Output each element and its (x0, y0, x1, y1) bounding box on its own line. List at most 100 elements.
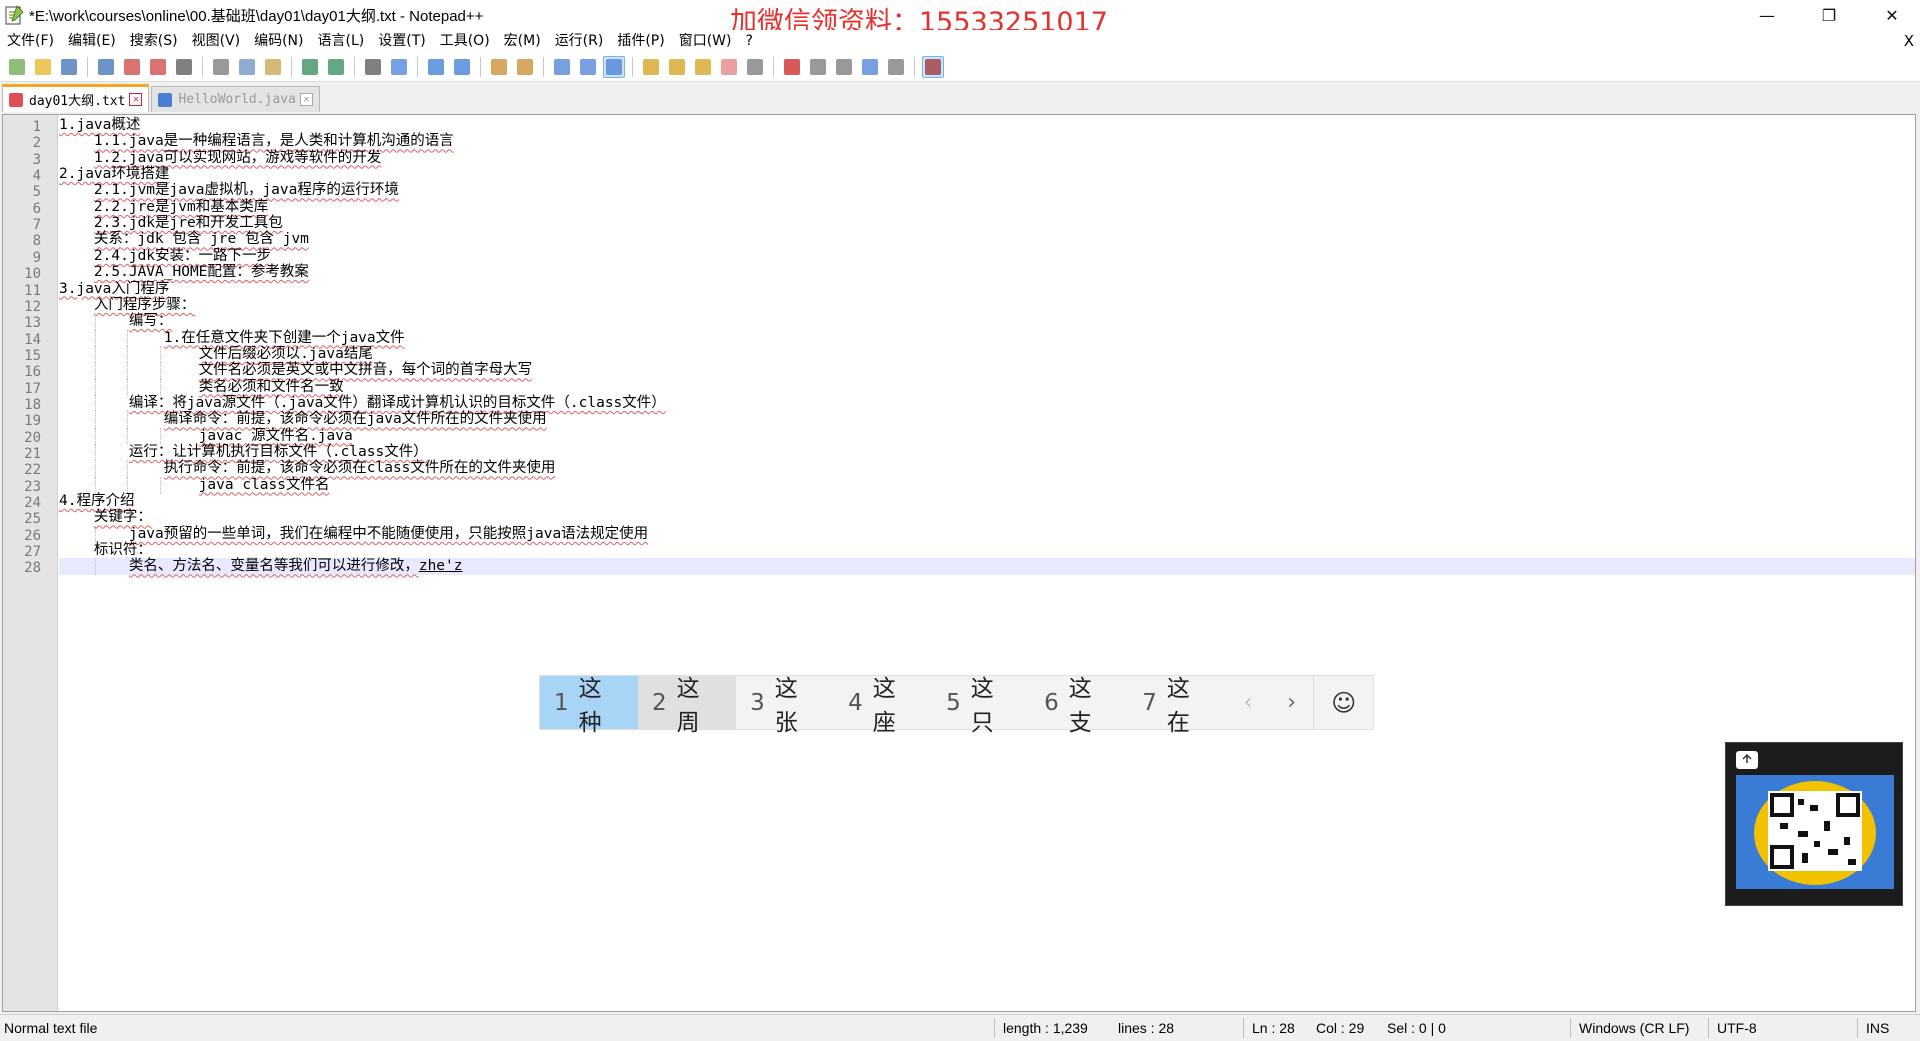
ime-candidate[interactable]: 7 这在 (1128, 676, 1226, 736)
undo-icon[interactable] (299, 56, 321, 78)
code-line[interactable]: 4.程序介绍 (59, 493, 1915, 509)
close-icon[interactable] (121, 56, 143, 78)
code-line[interactable]: 文件名必须是英文或中文拼音，每个词的首字母大写 (59, 362, 1915, 378)
code-line[interactable]: 2.1.jvm是java虚拟机，java程序的运行环境 (59, 182, 1915, 198)
code-line[interactable]: 2.2.jre是jvm和基本类库 (59, 199, 1915, 215)
maximize-button[interactable]: ❐ (1801, 0, 1857, 30)
menu-file[interactable]: 文件(F) (0, 30, 61, 52)
code-line[interactable]: java预留的一些单词，我们在编程中不能随便使用，只能按照java语法规定使用 (59, 526, 1915, 542)
code-line[interactable]: 1.2.java可以实现网站，游戏等软件的开发 (59, 150, 1915, 166)
close-all-icon[interactable] (147, 56, 169, 78)
code-line[interactable]: 1.java概述 (59, 117, 1915, 133)
sync-vertical-icon[interactable] (488, 56, 510, 78)
redo-icon[interactable] (325, 56, 347, 78)
play-macro-icon[interactable] (833, 56, 855, 78)
monitoring-icon[interactable] (744, 56, 766, 78)
doc-map-icon[interactable] (640, 56, 662, 78)
menu-language[interactable]: 语言(L) (311, 30, 372, 52)
code-area[interactable]: 1.java概述 1.1.java是一种编程语言，是人类和计算机沟通的语言 1.… (59, 115, 1915, 1011)
code-line[interactable]: 入门程序步骤： (59, 297, 1915, 313)
code-line[interactable]: 2.java环境搭建 (59, 166, 1915, 182)
emoji-icon[interactable]: ☺ (1313, 676, 1373, 729)
code-line[interactable]: 关系：jdk 包含 jre 包含 jvm (59, 231, 1915, 247)
tab-helloworld[interactable]: HelloWorld.java ✕ (151, 86, 320, 112)
replace-icon[interactable] (388, 56, 410, 78)
ime-candidate[interactable]: 5 这只 (932, 676, 1030, 736)
text-editor[interactable]: 1 2 3 4 5 6 7 8 9 10 11 12 13 14 15 16 17 18 19 20 21 22 23 24 2… (2, 114, 1916, 1012)
save-macro-icon[interactable] (885, 56, 907, 78)
code-line[interactable]: 关键字： (59, 509, 1915, 525)
menu-tools[interactable]: 工具(O) (433, 30, 497, 52)
code-line[interactable]: 类名、方法名、变量名等我们可以进行修改，zhe'z (59, 558, 1915, 575)
code-line[interactable]: 1.在任意文件夹下创建一个java文件 (59, 330, 1915, 346)
doc-list-icon[interactable] (718, 56, 740, 78)
code-line[interactable]: 文件后缀必须以.java结尾 (59, 346, 1915, 362)
sync-horizontal-icon[interactable] (514, 56, 536, 78)
spell-check-icon[interactable] (922, 55, 944, 78)
menu-window[interactable]: 窗口(W) (672, 30, 739, 52)
cut-icon[interactable] (210, 56, 232, 78)
line-text: 编译：将java源文件（.java文件）翻译成计算机认识的目标文件（.class… (128, 394, 666, 411)
menu-view[interactable]: 视图(V) (185, 30, 248, 52)
code-line[interactable]: 1.1.java是一种编程语言，是人类和计算机沟通的语言 (59, 133, 1915, 149)
code-line[interactable]: 类名必须和文件名一致 (59, 379, 1915, 395)
minimize-button[interactable]: — (1739, 0, 1795, 30)
code-line[interactable]: 2.3.jdk是jre和开发工具包 (59, 215, 1915, 231)
ime-candidate[interactable]: 6 这支 (1030, 676, 1128, 736)
record-macro-icon[interactable] (781, 56, 803, 78)
code-line[interactable]: 3.java入门程序 (59, 281, 1915, 297)
save-icon[interactable] (58, 56, 80, 78)
function-list-icon[interactable] (666, 56, 688, 78)
code-line[interactable]: 编译：将java源文件（.java文件）翻译成计算机认识的目标文件（.class… (59, 395, 1915, 411)
close-tab-icon[interactable]: ✕ (129, 93, 143, 106)
code-line[interactable]: javac 源文件名.java (59, 428, 1915, 444)
menu-encoding[interactable]: 编码(N) (247, 30, 310, 52)
status-insert-mode[interactable]: INS (1866, 1015, 1889, 1041)
code-line[interactable]: 2.4.jdk安装：一路下一步 (59, 248, 1915, 264)
tab-day01-outline[interactable]: day01大纲.txt ✕ (2, 84, 150, 112)
indent-guide-icon[interactable] (603, 55, 625, 78)
menu-macro[interactable]: 宏(M) (497, 30, 548, 52)
close-window-button[interactable]: ✕ (1864, 0, 1920, 30)
zoom-out-icon[interactable] (451, 56, 473, 78)
menu-edit[interactable]: 编辑(E) (61, 30, 123, 52)
code-line[interactable]: 标识符： (59, 542, 1915, 558)
ime-candidate[interactable]: 4 这座 (834, 676, 932, 736)
code-line[interactable]: java class文件名 (59, 477, 1915, 493)
close-tab-icon[interactable]: ✕ (299, 93, 313, 106)
run-macro-multiple-icon[interactable] (859, 56, 881, 78)
code-line[interactable]: 执行命令：前提，该命令必须在class文件所在的文件夹使用 (59, 460, 1915, 476)
status-encoding[interactable]: UTF-8 (1717, 1015, 1757, 1041)
menu-search[interactable]: 搜索(S) (123, 30, 185, 52)
zoom-in-icon[interactable] (425, 56, 447, 78)
menu-run[interactable]: 运行(R) (548, 30, 611, 52)
ime-candidate[interactable]: 1 这种 (540, 676, 639, 736)
menu-help[interactable]: ? (739, 30, 760, 52)
folder-workspace-icon[interactable] (692, 56, 714, 78)
code-line[interactable]: 2.5.JAVA_HOME配置：参考教案 (59, 264, 1915, 280)
ime-candidate[interactable]: 2 这周 (638, 676, 737, 736)
ime-prev-page-icon[interactable]: ‹ (1226, 676, 1270, 729)
close-document-button[interactable]: X (1904, 30, 1914, 52)
ime-next-page-icon[interactable]: › (1270, 676, 1314, 729)
code-line[interactable]: 编译命令：前提，该命令必须在java文件所在的文件夹使用 (59, 411, 1915, 427)
toolbar-separator (914, 56, 915, 77)
ime-candidate[interactable]: 3 这张 (736, 676, 834, 736)
show-all-chars-icon[interactable] (577, 56, 599, 78)
print-icon[interactable] (173, 56, 195, 78)
open-file-icon[interactable] (32, 56, 54, 78)
find-icon[interactable] (362, 56, 384, 78)
menu-settings[interactable]: 设置(T) (371, 30, 432, 52)
menu-plugins[interactable]: 插件(P) (610, 30, 671, 52)
paste-icon[interactable] (262, 56, 284, 78)
copy-icon[interactable] (236, 56, 258, 78)
code-line[interactable]: 运行：让计算机执行目标文件（.class文件） (59, 444, 1915, 460)
stop-record-icon[interactable] (807, 56, 829, 78)
save-all-icon[interactable] (95, 56, 117, 78)
status-eol[interactable]: Windows (CR LF) (1579, 1015, 1689, 1041)
code-line[interactable]: 编写： (59, 313, 1915, 329)
new-file-icon[interactable] (6, 56, 28, 78)
word-wrap-icon[interactable] (551, 56, 573, 78)
